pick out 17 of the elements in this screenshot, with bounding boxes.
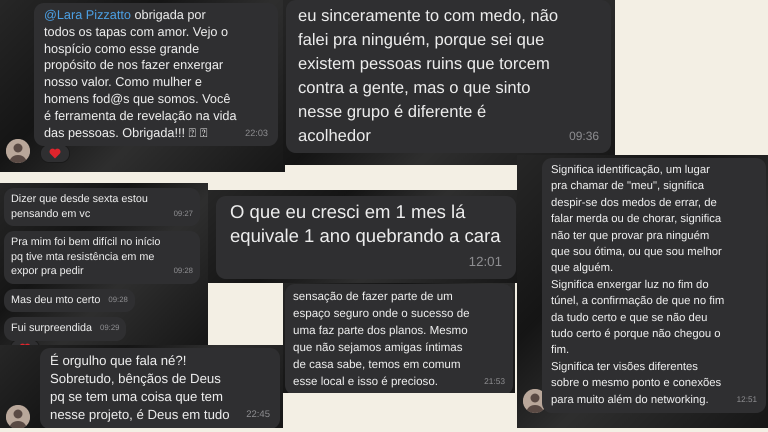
message-text: Mas deu mto certo — [11, 292, 100, 307]
message-time: 12:01 — [468, 253, 502, 271]
message-time: 12:51 — [736, 394, 757, 406]
message-text: eu sinceramente to com medo, não falei pra ninguém, porque sei que existem pessoas ruins que torcem contra a gente, mas o que sinto nesse grupo é diferente é acolhedor — [298, 5, 560, 147]
message-text: @Lara Pizzatto obrigada por todos os tapas com amor. Vejo o hospício como esse grande propósito de nos fazer enxergar nosso valor. Como mulher e homens fod@s que somos. Você é ferramenta de revelação na vida das pessoas. Obrigada!!! ⍰ ⍰ — [44, 7, 238, 142]
message-text: Dizer que desde sexta estou pensando em vc — [11, 192, 149, 221]
message-time: 21:53 — [484, 375, 505, 388]
message-text: O que eu cresci em 1 mes lá equivale 1 ano quebrando a cara — [230, 200, 502, 248]
mention-link[interactable]: @Lara Pizzatto — [44, 8, 131, 22]
message-text: Pra mim foi bem difícil no início pq tive mta resistência em me expor pra pedir — [11, 235, 162, 278]
message-text: É orgulho que fala né?! Sobretudo, bênçãos de Deus pq se tem uma coisa que tem nesse projeto, é Deus em tudo — [50, 352, 231, 424]
message-time: 09:36 — [569, 128, 599, 145]
message-text: Significa identificação, um lugar pra chamar de "meu", significa despir-se dos medos de errar, de falar merda ou de chorar, significa não ter que provar pra ninguém que sou ótima, ou que sou melhor que alguém. Significa enxergar luz no fim do túnel, a confirmação de que no fim da tudo certo e que se não deu tudo certo é porque não chegou o fim. Significa ter visões diferentes sobre o mesmo ponto e conexões para muito além do networking. — [551, 163, 726, 408]
message-time: 22:45 — [246, 408, 270, 422]
message-text: sensação de fazer parte de um espaço seguro onde o sucesso de uma faz parte dos planos. Mesmo que não sejamos amigas íntimas de casa sabe, temos em comum esse local e isso é precioso. — [293, 289, 471, 390]
message-text: Fui surpreendida — [11, 321, 92, 336]
message-time: 22:03 — [245, 126, 268, 140]
